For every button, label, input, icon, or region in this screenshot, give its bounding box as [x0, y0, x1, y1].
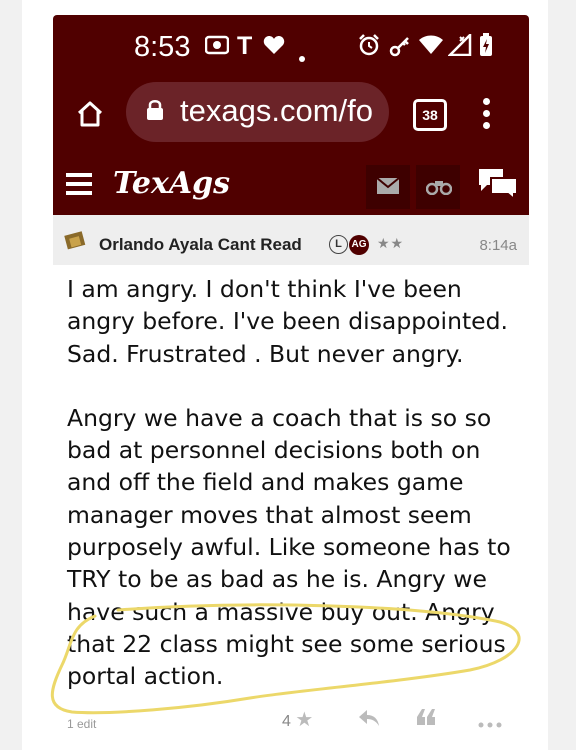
- messages-button[interactable]: [366, 165, 410, 209]
- right-margin: [548, 0, 576, 750]
- browser-url-row: texags.com/fo 38: [53, 81, 529, 142]
- home-icon[interactable]: [76, 100, 104, 128]
- site-nav: TexAgs: [53, 155, 529, 215]
- post-paragraph: Angry we have a coach that is so so bad …: [67, 403, 511, 691]
- watch-button[interactable]: [416, 165, 460, 209]
- menu-kebab-icon[interactable]: [483, 98, 491, 130]
- cast-icon: [204, 35, 230, 61]
- binoculars-icon: [426, 181, 452, 195]
- star-icon: ★: [295, 709, 314, 731]
- phone-header: 8:53 T texags.com/fo 38 TexAgs: [53, 15, 529, 215]
- post-time: 8:14a: [479, 237, 517, 254]
- chat-bubbles-icon[interactable]: [477, 167, 519, 206]
- like-count-value: 4: [282, 713, 291, 730]
- screenshot-frame: 8:53 T texags.com/fo 38 TexAgs Orlando A…: [0, 0, 576, 750]
- tab-switcher-button[interactable]: 38: [413, 99, 447, 131]
- post-body: I am angry. I don't think I've been angr…: [67, 273, 522, 725]
- alarm-icon: [358, 34, 380, 62]
- status-bar: 8:53 T: [53, 23, 529, 71]
- wifi-icon: [419, 35, 443, 61]
- edit-count[interactable]: 1 edit: [67, 717, 96, 731]
- battery-charging-icon: [479, 33, 493, 63]
- user-rating-stars: ★★: [377, 235, 405, 251]
- post-paragraph: I am angry. I don't think I've been angr…: [67, 275, 509, 368]
- envelope-icon: [376, 177, 400, 194]
- dot-icon: [299, 42, 305, 68]
- more-options-icon[interactable]: [478, 715, 502, 733]
- hamburger-menu-icon[interactable]: [66, 173, 92, 195]
- like-count[interactable]: 4 ★: [282, 707, 313, 732]
- left-margin: [0, 0, 22, 750]
- post-author[interactable]: Orlando Ayala Cant Read: [99, 235, 302, 255]
- forum-post: Orlando Ayala Cant Read L AG ★★ 8:14a I …: [53, 215, 529, 750]
- ag-badge: AG: [349, 235, 369, 255]
- lettered-badge: L: [329, 235, 348, 254]
- user-avatar-icon[interactable]: [64, 229, 88, 253]
- texags-logo[interactable]: TexAgs: [113, 166, 230, 201]
- post-header: Orlando Ayala Cant Read L AG ★★ 8:14a: [53, 215, 529, 265]
- t-mobile-icon: T: [237, 32, 253, 60]
- status-time: 8:53: [134, 31, 191, 63]
- url-text: texags.com/fo: [180, 93, 373, 128]
- signal-icon: [446, 31, 472, 62]
- reply-icon[interactable]: [358, 709, 380, 732]
- quote-icon[interactable]: [415, 707, 437, 732]
- heart-icon: [263, 35, 285, 61]
- key-icon: [389, 35, 411, 63]
- url-bar[interactable]: texags.com/fo: [126, 82, 389, 142]
- lock-icon: [146, 99, 164, 121]
